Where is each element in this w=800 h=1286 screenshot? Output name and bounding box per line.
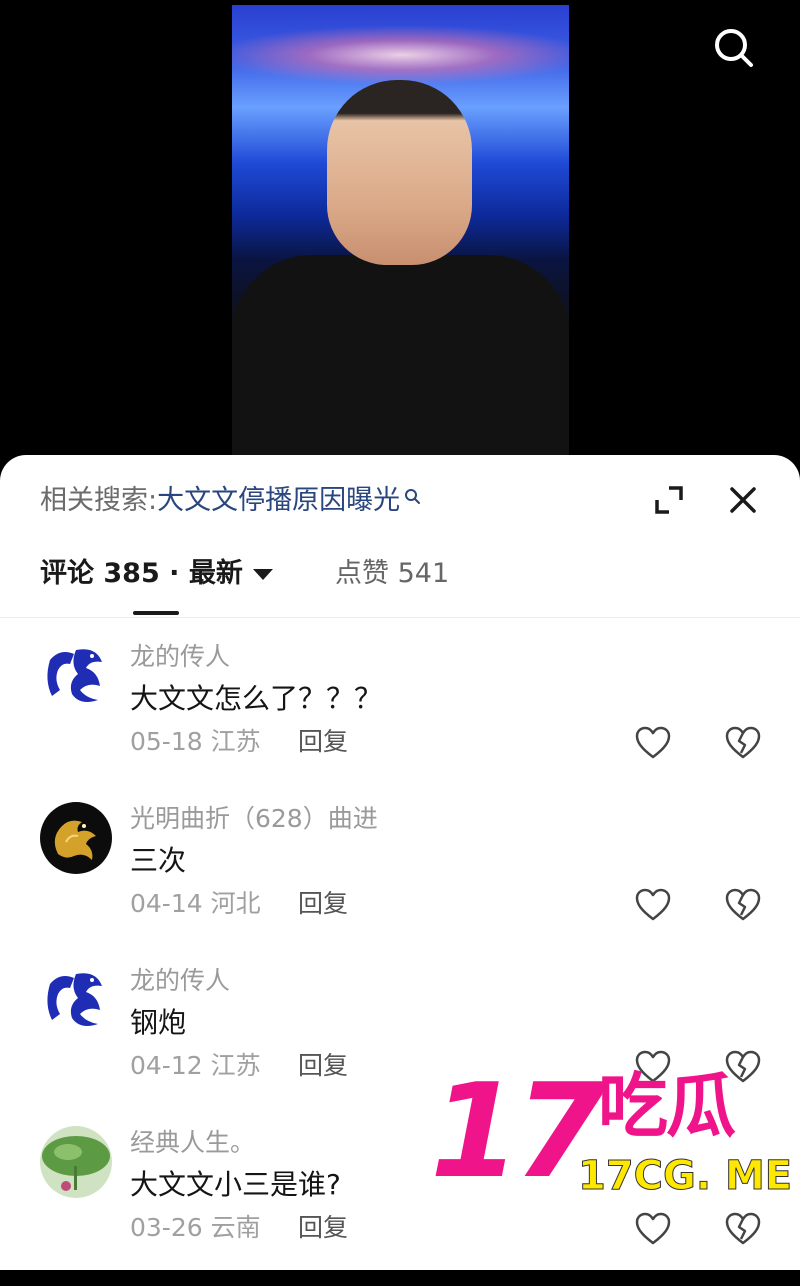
avatar[interactable] <box>40 640 112 712</box>
reply-button[interactable]: 回复 <box>298 1049 348 1083</box>
search-icon[interactable] <box>712 26 756 70</box>
comment-author[interactable]: 光明曲折（628）曲进 <box>130 802 378 836</box>
small-search-icon <box>405 489 421 504</box>
broken-heart-icon[interactable] <box>725 888 761 922</box>
comment-item[interactable]: 光明曲折（628）曲进 三次 04-14 河北 回复 <box>0 802 800 962</box>
comment-text: 大文文怎么了？？？ <box>130 682 383 715</box>
avatar[interactable] <box>40 802 112 874</box>
presenter-head <box>327 80 472 265</box>
related-search-keyword[interactable]: 大文文停播原因曝光 <box>157 485 400 516</box>
heart-icon[interactable] <box>635 726 671 760</box>
video-area[interactable] <box>0 0 800 470</box>
tab-indicator <box>133 611 179 615</box>
golden-dragon-icon <box>40 802 112 874</box>
comment-meta: 04-14 河北 <box>130 887 261 921</box>
comment-date: 04-12 <box>130 1051 203 1080</box>
heart-icon[interactable] <box>635 1212 671 1246</box>
reply-button[interactable]: 回复 <box>298 887 348 921</box>
comment-location: 江苏 <box>210 727 261 756</box>
comment-meta: 03-26 云南 <box>130 1211 261 1245</box>
tab-likes[interactable]: 点赞 541 <box>335 556 449 592</box>
comment-date: 05-18 <box>130 727 203 756</box>
tab-comments-label: 评论 385 · 最新 <box>40 558 243 589</box>
comment-date: 03-26 <box>130 1213 203 1242</box>
comment-item[interactable]: 龙的传人 大文文怎么了？？？ 05-18 江苏 回复 <box>0 640 800 800</box>
comment-location: 云南 <box>210 1213 261 1242</box>
avatar[interactable] <box>40 1126 112 1198</box>
sky-glow <box>232 25 569 85</box>
watermark-chinese: 吃瓜 <box>598 1065 736 1147</box>
comment-author[interactable]: 龙的传人 <box>130 964 230 998</box>
comment-author[interactable]: 经典人生。 <box>130 1126 255 1160</box>
related-search-prefix: 相关搜索: <box>40 485 158 516</box>
comment-meta: 05-18 江苏 <box>130 725 261 759</box>
comment-date: 04-14 <box>130 889 203 918</box>
dragon-logo-icon <box>40 964 112 1036</box>
caret-down-icon[interactable] <box>252 569 273 580</box>
presenter-body <box>232 255 569 470</box>
comment-location: 江苏 <box>210 1051 261 1080</box>
comment-meta: 04-12 江苏 <box>130 1049 261 1083</box>
tab-comments[interactable]: 评论 385 · 最新 <box>40 556 273 592</box>
dragon-logo-icon <box>40 640 112 712</box>
comment-location: 河北 <box>210 889 261 918</box>
watermark-number: 17 <box>430 1055 605 1207</box>
close-icon[interactable] <box>727 484 759 516</box>
comment-author[interactable]: 龙的传人 <box>130 640 230 674</box>
reply-button[interactable]: 回复 <box>298 725 348 759</box>
broken-heart-icon[interactable] <box>725 726 761 760</box>
broken-heart-icon[interactable] <box>725 1212 761 1246</box>
video-frame[interactable] <box>232 5 569 470</box>
watermark-domain: 17CG. ME <box>577 1153 793 1199</box>
comment-text: 三次 <box>130 844 187 877</box>
related-search[interactable]: 相关搜索:大文文停播原因曝光 <box>40 481 421 521</box>
lotus-leaf-icon <box>40 1126 112 1198</box>
watermark-logo: 17 吃瓜 17CG. ME <box>430 1055 793 1207</box>
avatar[interactable] <box>40 964 112 1036</box>
reply-button[interactable]: 回复 <box>298 1211 348 1245</box>
comment-text: 大文文小三是谁? <box>130 1168 341 1201</box>
comment-text: 钢炮 <box>130 1006 187 1039</box>
divider <box>0 617 800 618</box>
heart-icon[interactable] <box>635 888 671 922</box>
expand-icon[interactable] <box>653 484 685 516</box>
